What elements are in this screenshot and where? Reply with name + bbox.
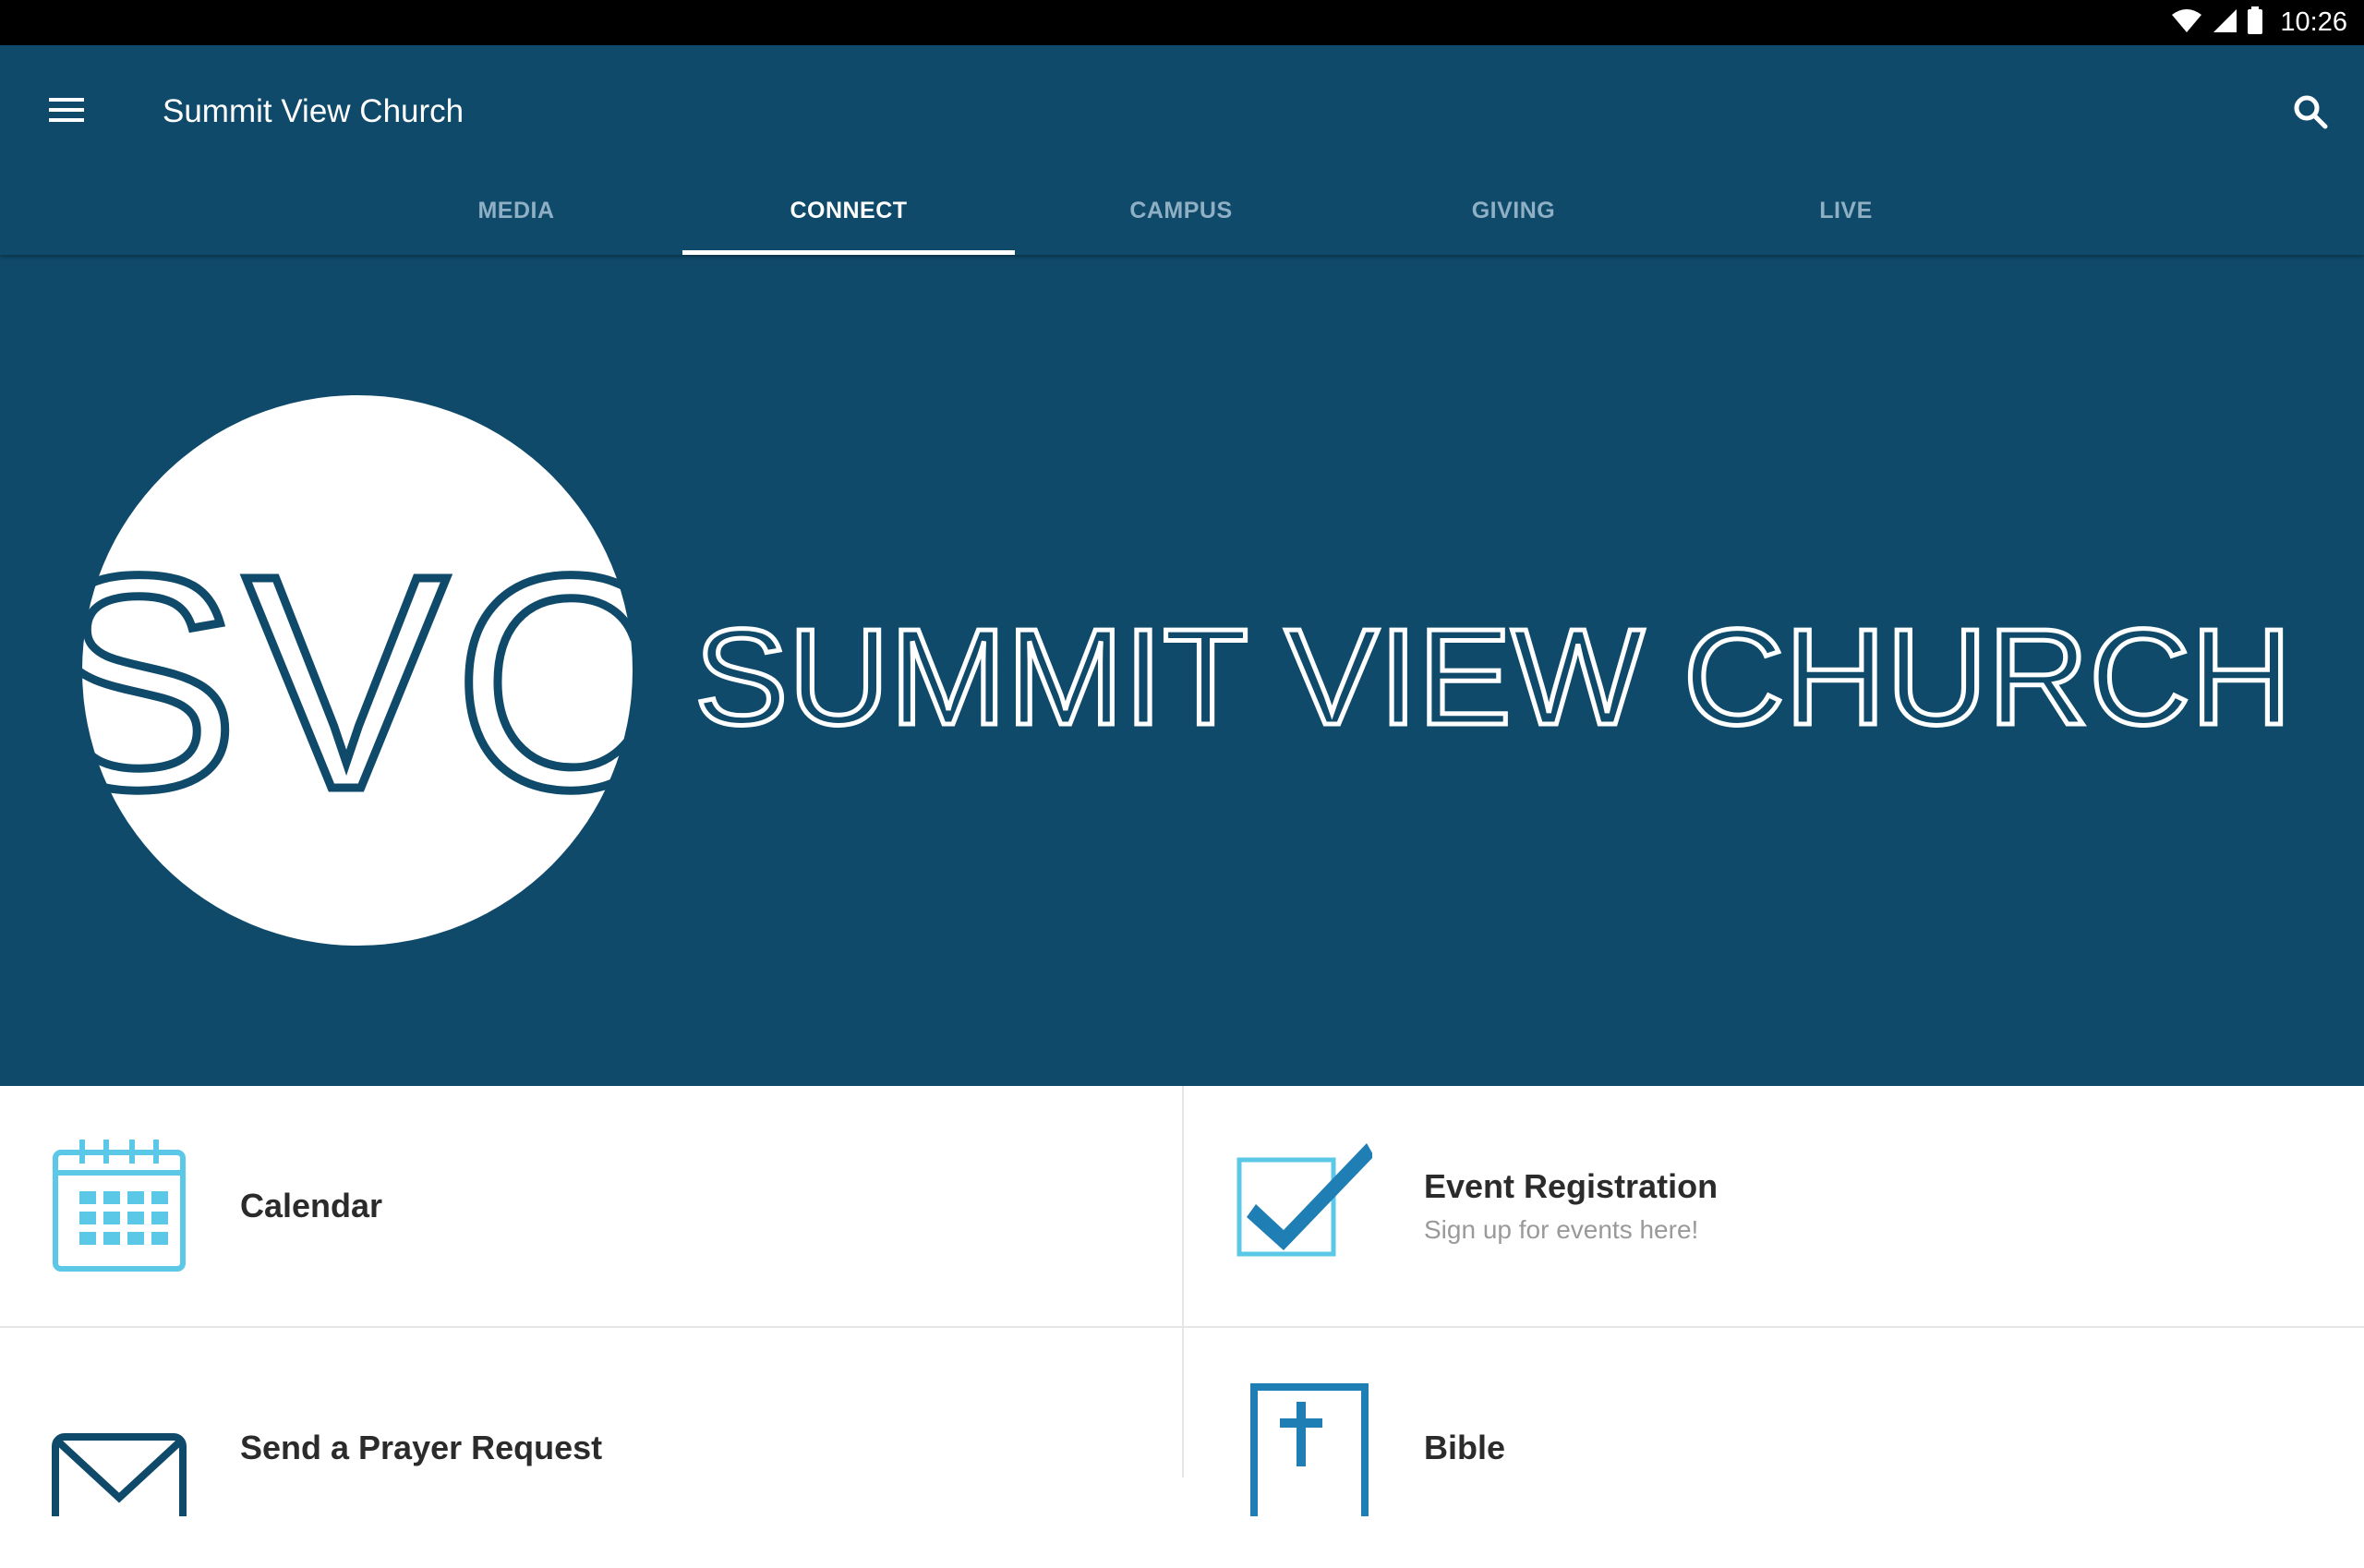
tab-live[interactable]: LIVE [1680,167,2012,255]
logo-monogram: SVC [82,512,633,852]
search-button[interactable] [2279,82,2342,145]
wifi-icon [2171,7,2202,38]
status-bar: 10:26 [0,0,2364,45]
tile-event-registration-text: Event Registration Sign up for events he… [1424,1167,1718,1245]
tab-campus[interactable]: CAMPUS [1015,167,1347,255]
status-time: 10:26 [2280,7,2347,37]
tile-calendar-title: Calendar [240,1187,383,1224]
bible-icon [1236,1380,1372,1538]
tab-bar: MEDIA CONNECT CAMPUS GIVING LIVE [350,167,2012,255]
app-title: Summit View Church [163,93,464,129]
wordmark-text: SUMMIT VIEW CHURCH [694,601,2292,746]
tile-event-registration[interactable]: Event Registration Sign up for events he… [1184,1086,2364,1326]
tile-prayer-request-text: Send a Prayer Request [240,1429,602,1467]
battery-icon [2247,6,2263,39]
tile-calendar[interactable]: Calendar [0,1086,1182,1326]
tile-prayer-request-title: Send a Prayer Request [240,1429,603,1466]
tile-prayer-request[interactable]: Send a Prayer Request [0,1328,1182,1568]
calendar-icon [52,1138,188,1274]
tab-media[interactable]: MEDIA [350,167,682,255]
checkbox-checked-icon [1236,1138,1374,1274]
cell-signal-icon [2212,7,2237,38]
search-icon [2293,94,2328,134]
tile-event-registration-title: Event Registration [1424,1167,1719,1205]
envelope-icon [52,1380,188,1542]
menu-button[interactable] [37,82,96,141]
status-icons: 10:26 [2171,0,2347,45]
app-bar: Summit View Church MEDIA CONNECT CAMPUS … [0,45,2364,255]
tile-bible-text: Bible [1424,1429,1505,1467]
tile-bible[interactable]: Bible [1184,1328,2364,1568]
tile-event-registration-subtitle: Sign up for events here! [1424,1215,1699,1244]
tile-calendar-text: Calendar [240,1187,382,1225]
hero-banner: SVC SUMMIT VIEW CHURCH [0,255,2364,1086]
church-logo: SVC [82,395,633,946]
connect-grid: Calendar Event Registration Sign up for … [0,1086,2364,1542]
tab-giving[interactable]: GIVING [1347,167,1680,255]
hamburger-menu-icon [49,97,84,127]
church-wordmark: SUMMIT VIEW CHURCH [693,595,2301,756]
tile-bible-title: Bible [1424,1429,1506,1466]
tab-connect[interactable]: CONNECT [682,167,1015,255]
